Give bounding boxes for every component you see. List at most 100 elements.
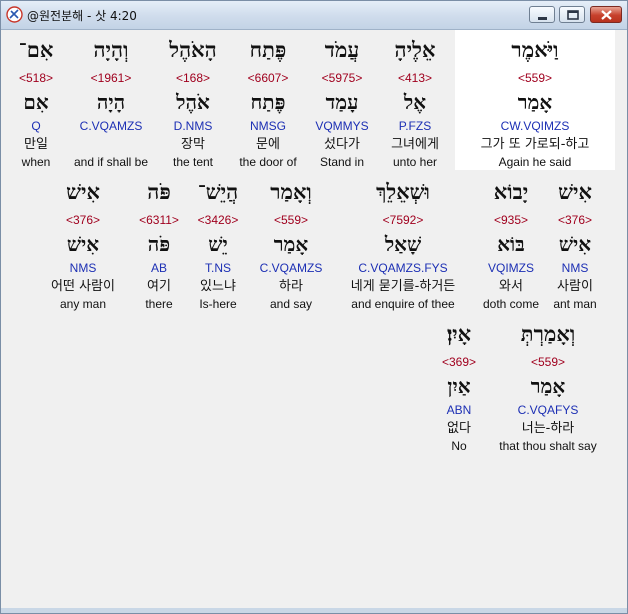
- lexeme: אִם: [23, 90, 49, 114]
- parsing-code: AB: [150, 261, 168, 275]
- korean-gloss: 하라: [279, 279, 303, 294]
- english-gloss: Is-here: [199, 297, 237, 311]
- lexeme: אֶל: [403, 90, 427, 114]
- word-cell[interactable]: אִישׁ <376> אִישׁ NMS 어떤 사람이 any man: [51, 180, 115, 312]
- strong-number[interactable]: <376>: [558, 213, 592, 227]
- english-gloss: ant man: [553, 297, 597, 311]
- window-title: @원전분해 - 삿 4:20: [27, 9, 137, 23]
- parsing-code: D.NMS: [173, 119, 213, 133]
- word-cell[interactable]: הֲיֵשׁ־ <3426> יֵשׁ T.NS 있느냐 Is-here: [198, 180, 239, 312]
- english-gloss: doth come: [482, 297, 540, 311]
- parsing-code: Q: [31, 119, 41, 133]
- word-cell[interactable]: אֵלֶיהָ <413> אֶל P.FZS 그녀에게 unto her: [391, 38, 439, 170]
- hebrew-word: וְהָיָה: [93, 37, 129, 62]
- english-gloss: unto her: [392, 155, 438, 169]
- word-cell[interactable]: וּשְׁאֵלֵךְ <7592> שָׁאַל C.VQAMZS.FYS 네…: [351, 180, 456, 312]
- word-cell[interactable]: הָאֹהֶל <168> אֹהֶל D.NMS 장막 the tent: [169, 38, 216, 170]
- parsing-code: NMS: [69, 261, 97, 275]
- window-bottom-border: [1, 608, 627, 613]
- lexeme: אִישׁ: [558, 232, 592, 256]
- korean-gloss: 네게 묻기를-하거든: [350, 279, 456, 294]
- hebrew-word: הָאֹהֶל: [169, 37, 217, 62]
- parsing-code: C.VQAMZS.FYS: [358, 261, 448, 275]
- korean-gloss: 여기: [147, 279, 171, 294]
- korean-gloss: 너는-하라: [521, 421, 575, 436]
- word-cell[interactable]: וְאָמַר <559> אָמַר C.VQAMZS 하라 and say: [260, 180, 323, 312]
- english-gloss: and say: [269, 297, 313, 311]
- strong-number[interactable]: <559>: [531, 355, 565, 369]
- maximize-button[interactable]: [559, 6, 585, 23]
- hebrew-word: יָבוֹא: [493, 179, 529, 204]
- parsing-code: NMS: [561, 261, 589, 275]
- parsing-code: NMSG: [250, 119, 286, 133]
- lexeme: בּוֹא: [497, 232, 525, 256]
- word-cell[interactable]: עֲמֹד <5975> עָמַד VQMMYS 섰다가 Stand in: [315, 38, 368, 170]
- lexeme: אָמַר: [517, 90, 553, 114]
- strong-number[interactable]: <5975>: [322, 71, 363, 85]
- word-cell[interactable]: וְאָמַרְתְּ <559> אָמַר C.VQAFYS 너는-하라 t…: [499, 322, 596, 454]
- word-cell[interactable]: וַיֹּאמֶר <559> אָמַר CW.VQIMZS 그가 또 가로되…: [481, 38, 590, 170]
- lexeme: פֹּה: [147, 232, 171, 256]
- word-cell[interactable]: פֶּתַח <6607> פֶּתַח NMSG 문에 the door of: [239, 38, 296, 170]
- lexeme: אָמַר: [530, 374, 566, 398]
- strong-number[interactable]: <518>: [19, 71, 53, 85]
- lexeme: אַיִן: [447, 374, 471, 398]
- word-cell[interactable]: וְהָיָה <1961> הָיָה C.VQAMZS and if sha…: [74, 38, 148, 170]
- lexeme: יֵשׁ: [208, 232, 228, 256]
- english-gloss: when: [21, 155, 51, 169]
- korean-gloss: 와서: [499, 279, 523, 294]
- strong-number[interactable]: <168>: [176, 71, 210, 85]
- english-gloss: No: [451, 439, 467, 453]
- korean-gloss: 만일: [24, 137, 48, 152]
- minimize-button[interactable]: [529, 6, 555, 23]
- english-gloss: that thou shalt say: [499, 439, 597, 453]
- hebrew-word: אִם־: [18, 37, 54, 62]
- minimize-icon: [538, 17, 547, 20]
- word-cell[interactable]: יָבוֹא <935> בּוֹא VQIMZS 와서 doth come: [483, 180, 539, 312]
- strong-number[interactable]: <7592>: [383, 213, 424, 227]
- strong-number[interactable]: <413>: [398, 71, 432, 85]
- strong-number[interactable]: <935>: [494, 213, 528, 227]
- strong-number[interactable]: <559>: [518, 71, 552, 85]
- parsing-code: C.VQAFYS: [517, 403, 579, 417]
- strong-number[interactable]: <6311>: [139, 213, 179, 227]
- lexeme: פֶּתַח: [250, 90, 286, 114]
- parsing-code: P.FZS: [398, 119, 432, 133]
- hebrew-word: הֲיֵשׁ־: [197, 179, 239, 204]
- lexeme: אָמַר: [273, 232, 309, 256]
- korean-gloss: 없다: [447, 421, 471, 436]
- strong-number[interactable]: <559>: [274, 213, 308, 227]
- english-gloss: Again he said: [498, 155, 572, 169]
- word-cell[interactable]: פֹּה <6311> פֹּה AB 여기 there: [139, 180, 179, 312]
- lexeme: עָמַד: [325, 90, 359, 114]
- hebrew-word: וְאָמַר: [270, 179, 312, 204]
- word-cell[interactable]: אָיִן׃ <369> אַיִן ABN 없다 No: [442, 322, 476, 454]
- close-button[interactable]: [590, 6, 622, 23]
- english-gloss: and if shall be: [73, 155, 149, 169]
- word-cell[interactable]: אִישׁ <376> אִישׁ NMS 사람이 ant man: [553, 180, 596, 312]
- english-gloss: the tent: [172, 155, 214, 169]
- strong-number[interactable]: <1961>: [91, 71, 132, 85]
- lexeme: שָׁאַל: [384, 232, 422, 256]
- lexeme: הָיָה: [96, 90, 126, 114]
- parsing-code: VQIMZS: [487, 261, 535, 275]
- hebrew-word: אֵלֶיהָ: [394, 37, 436, 62]
- maximize-icon: [567, 10, 579, 20]
- strong-number[interactable]: <6607>: [248, 71, 289, 85]
- parsing-code: CW.VQIMZS: [500, 119, 570, 133]
- parsing-code: VQMMYS: [315, 119, 369, 133]
- app-logo-icon: [6, 6, 23, 23]
- interlinear-panel: וַיֹּאמֶר <559> אָמַר CW.VQIMZS 그가 또 가로되…: [5, 30, 623, 608]
- strong-number[interactable]: <369>: [442, 355, 476, 369]
- english-gloss: and enquire of thee: [351, 297, 455, 311]
- word-cell[interactable]: אִם־ <518> אִם Q 만일 when: [19, 38, 54, 170]
- title-bar[interactable]: @원전분해 - 삿 4:20: [1, 1, 627, 30]
- parsing-code: C.VQAMZS: [259, 261, 323, 275]
- strong-number[interactable]: <3426>: [198, 213, 239, 227]
- lexeme: אִישׁ: [66, 232, 100, 256]
- korean-gloss: 문에: [256, 137, 280, 152]
- strong-number[interactable]: <376>: [66, 213, 100, 227]
- english-gloss: there: [145, 297, 173, 311]
- korean-gloss: 장막: [181, 137, 205, 152]
- main-window: @원전분해 - 삿 4:20 וַיֹּאמֶר <559> אָמַר CW.…: [0, 0, 628, 614]
